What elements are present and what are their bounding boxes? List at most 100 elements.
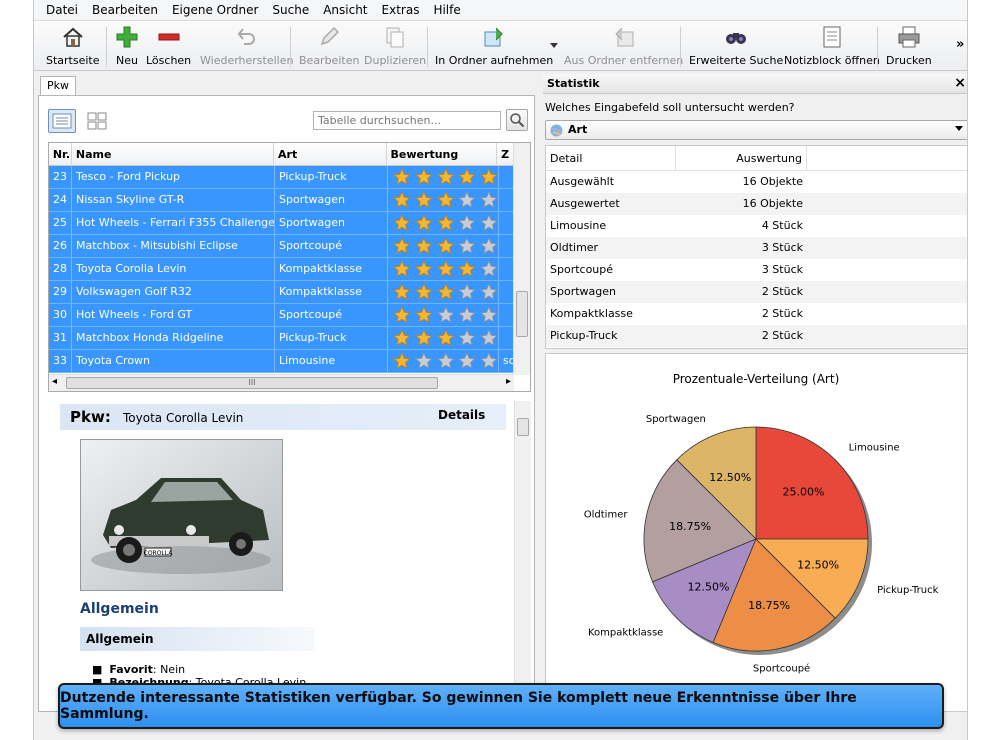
cell-bewertung bbox=[388, 281, 499, 303]
erweiterte-suche-button[interactable]: Erweiterte Suche bbox=[689, 24, 783, 70]
toolbar-separator bbox=[427, 27, 428, 67]
star-filled-icon bbox=[436, 214, 455, 231]
table-row[interactable]: 28 Toyota Corolla Levin Kompaktklasse bbox=[49, 258, 514, 281]
table-hscroll-thumb[interactable]: III bbox=[66, 377, 438, 389]
menu-bearbeiten[interactable]: Bearbeiten bbox=[85, 0, 165, 21]
statistics-table-header: Detail Auswertung bbox=[546, 146, 967, 171]
chart-title: Prozentuale-Verteilung (Art) bbox=[673, 372, 840, 386]
in-ordner-button[interactable]: In Ordner aufnehmen bbox=[435, 24, 553, 70]
grid-view-button[interactable] bbox=[83, 109, 111, 133]
in-ordner-dropdown-arrow[interactable] bbox=[550, 43, 558, 48]
loeschen-button[interactable]: Löschen bbox=[146, 24, 191, 70]
statistics-value: 16 Objekte bbox=[742, 175, 803, 188]
table-vertical-scrollbar[interactable] bbox=[513, 143, 530, 375]
cell-art: Sportcoupé bbox=[275, 304, 388, 326]
column-auswertung[interactable]: Auswertung bbox=[676, 146, 807, 171]
statistics-row[interactable]: Kompaktklasse 2 Stück bbox=[546, 303, 967, 325]
statistics-row[interactable]: Sportwagen 2 Stück bbox=[546, 281, 967, 303]
statistics-row[interactable]: Ausgewertet 16 Objekte bbox=[546, 193, 967, 215]
pencil-icon bbox=[316, 24, 342, 50]
column-art[interactable]: Art bbox=[274, 143, 387, 166]
list-view-button[interactable] bbox=[48, 109, 76, 133]
cell-z bbox=[499, 166, 514, 188]
notizblock-button[interactable]: Notizblock öffnen bbox=[784, 24, 880, 70]
field-favorit-value: : Nein bbox=[152, 663, 186, 676]
menu-suche[interactable]: Suche bbox=[265, 0, 316, 21]
restore-icon bbox=[234, 24, 260, 50]
aus-ordner-button[interactable]: Aus Ordner entfernen bbox=[564, 24, 683, 70]
star-empty-icon bbox=[436, 306, 455, 323]
table-row[interactable]: 30 Hot Wheels - Ford GT Sportcoupé bbox=[49, 304, 514, 327]
table-row[interactable]: 25 Hot Wheels - Ferrari F355 Challenge Spo… bbox=[49, 212, 514, 235]
menu-hilfe[interactable]: Hilfe bbox=[426, 0, 467, 21]
star-empty-icon bbox=[458, 352, 477, 369]
table-row[interactable]: 31 Matchbox Honda Ridgeline Pickup-Truck bbox=[49, 327, 514, 350]
cell-name: Matchbox Honda Ridgeline bbox=[72, 327, 275, 349]
startseite-button[interactable]: Startseite bbox=[46, 24, 100, 70]
details-panel: Pkw: Toyota Corolla Levin Details COROLL… bbox=[48, 401, 531, 709]
column-nr[interactable]: Nr. bbox=[49, 143, 72, 166]
statistics-row[interactable]: Oldtimer 3 Stück bbox=[546, 237, 967, 259]
statistics-detail: Pickup-Truck bbox=[550, 329, 618, 342]
details-vertical-scrollbar[interactable] bbox=[514, 401, 531, 709]
menu-eigene-ordner[interactable]: Eigene Ordner bbox=[165, 0, 265, 21]
menu-extras[interactable]: Extras bbox=[375, 0, 427, 21]
star-filled-icon bbox=[414, 306, 433, 323]
details-vscroll-thumb[interactable] bbox=[517, 418, 529, 436]
column-detail[interactable]: Detail bbox=[546, 146, 676, 171]
search-button[interactable] bbox=[506, 109, 528, 131]
field-select[interactable]: Art bbox=[545, 120, 967, 140]
cell-art: Sportwagen bbox=[275, 189, 388, 211]
table-row[interactable]: 26 Matchbox - Mitsubishi Eclipse Sportcoup… bbox=[49, 235, 514, 258]
column-z[interactable]: Z bbox=[497, 143, 514, 166]
statistics-row[interactable]: Limousine 4 Stück bbox=[546, 215, 967, 237]
scroll-left-arrow[interactable]: ◂ bbox=[52, 376, 57, 387]
scroll-right-arrow[interactable]: ▸ bbox=[506, 376, 511, 387]
column-bewertung[interactable]: Bewertung bbox=[387, 143, 498, 166]
search-input[interactable] bbox=[313, 111, 501, 130]
details-link[interactable]: Details bbox=[438, 408, 485, 422]
statistics-row[interactable]: Pickup-Truck 2 Stück bbox=[546, 325, 967, 347]
menu-ansicht[interactable]: Ansicht bbox=[316, 0, 374, 21]
table-vscroll-thumb[interactable] bbox=[516, 291, 528, 337]
duplizieren-button[interactable]: Duplizieren bbox=[364, 24, 426, 70]
pie-slices bbox=[643, 426, 872, 655]
star-empty-icon bbox=[458, 237, 477, 254]
drucken-button[interactable]: Drucken bbox=[886, 24, 932, 70]
statistics-title: Statistik bbox=[547, 77, 600, 90]
cell-z bbox=[499, 258, 514, 280]
menu-datei[interactable]: Datei bbox=[39, 0, 85, 21]
binoculars-icon bbox=[723, 24, 749, 50]
statistics-row[interactable]: Sportcoupé 3 Stück bbox=[546, 259, 967, 281]
table-horizontal-scrollbar[interactable]: ◂ III ▸ bbox=[49, 374, 514, 391]
wiederherstellen-button[interactable]: Wiederherstellen bbox=[200, 24, 293, 70]
cell-z bbox=[499, 304, 514, 326]
star-filled-icon bbox=[393, 237, 411, 254]
loeschen-label: Löschen bbox=[146, 54, 192, 67]
table-row[interactable]: 33 Toyota Crown Limousine sc bbox=[49, 350, 514, 373]
tab-pkw[interactable]: Pkw bbox=[40, 76, 76, 96]
statistics-header: Statistik × bbox=[543, 74, 967, 94]
star-filled-icon bbox=[393, 214, 411, 231]
column-name[interactable]: Name bbox=[72, 143, 275, 166]
toolbar-separator bbox=[877, 27, 878, 67]
pie-slice-percent: 18.75% bbox=[669, 520, 711, 533]
table-row[interactable]: 23 Tesco - Ford Pickup Pickup-Truck bbox=[49, 166, 514, 189]
statistics-value: 3 Stück bbox=[761, 263, 803, 276]
close-icon[interactable]: × bbox=[954, 75, 966, 91]
statistics-value: 2 Stück bbox=[761, 307, 803, 320]
duplizieren-label: Duplizieren bbox=[364, 54, 427, 67]
neu-button[interactable]: Neu bbox=[114, 24, 140, 70]
table-row[interactable]: 29 Volkswagen Golf R32 Kompaktklasse bbox=[49, 281, 514, 304]
pie-slice-label: Kompaktklasse bbox=[588, 628, 663, 639]
table-row[interactable]: 24 Nissan Skyline GT-R Sportwagen bbox=[49, 189, 514, 212]
details-header: Pkw: Toyota Corolla Levin Details bbox=[60, 404, 506, 430]
toolbar-overflow-button[interactable]: » bbox=[956, 37, 964, 52]
statistics-rows: Ausgewählt 16 Objekte Ausgewertet 16 Objekt… bbox=[546, 171, 967, 347]
cell-art: Limousine bbox=[275, 350, 388, 372]
bearbeiten-button[interactable]: Bearbeiten bbox=[299, 24, 359, 70]
star-empty-icon bbox=[414, 352, 433, 369]
statistics-value: 16 Objekte bbox=[742, 197, 803, 210]
statistics-row[interactable]: Ausgewählt 16 Objekte bbox=[546, 171, 967, 193]
list-view-icon bbox=[52, 113, 72, 129]
